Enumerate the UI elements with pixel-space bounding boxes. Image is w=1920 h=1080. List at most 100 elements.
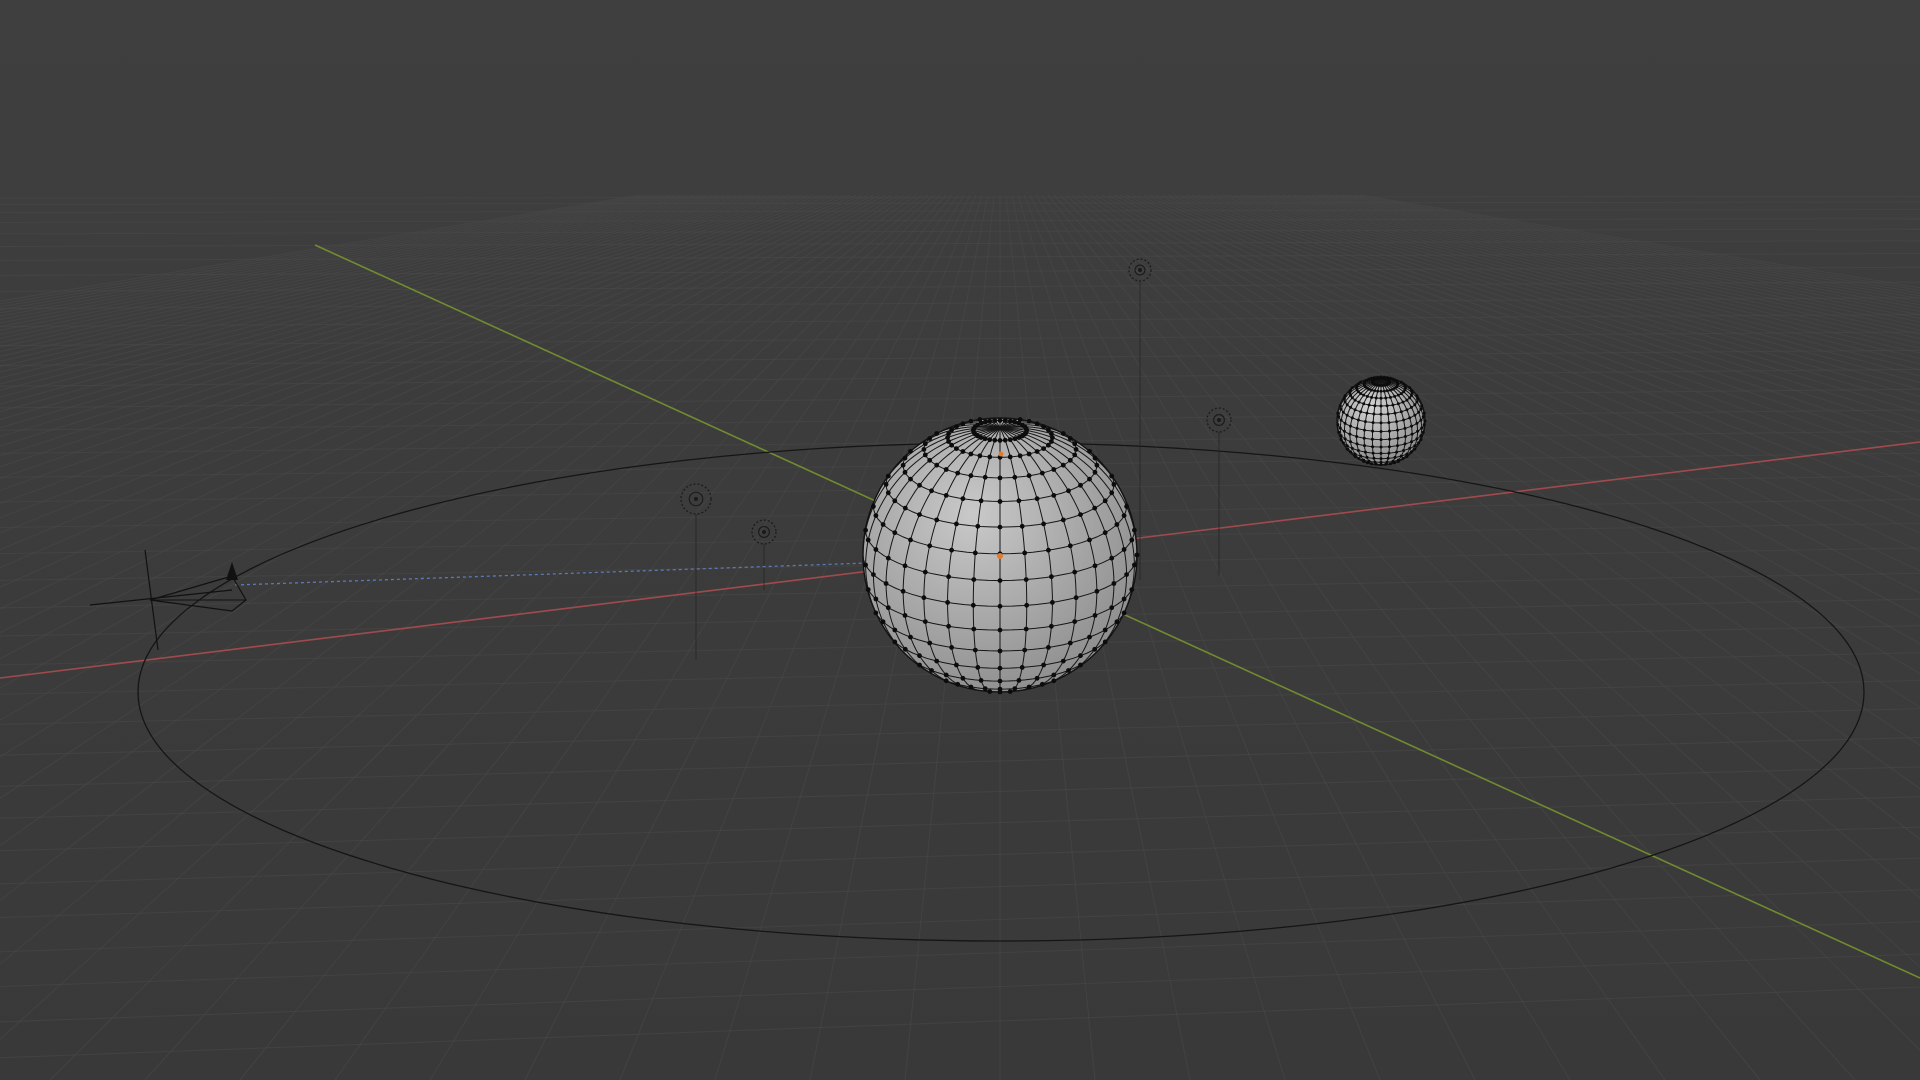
sphere-vertex [1396,458,1400,462]
sphere-vertex [1399,454,1403,458]
sphere-vertex [1337,415,1341,419]
sphere-vertex [946,439,951,444]
sphere-vertex [992,418,998,423]
sphere-vertex [1343,394,1347,398]
sphere-vertex [1356,449,1360,452]
sphere-vertex [978,435,984,440]
sphere-vertex [946,574,951,580]
sphere-vertex [943,678,949,684]
sphere-vertex [1087,476,1092,482]
small-uv-sphere[interactable] [1336,375,1427,467]
sphere-vertex [1092,563,1098,569]
sphere-vertex [1419,434,1423,438]
sphere-vertex [922,619,928,624]
sphere-vertex [1092,469,1098,475]
sphere-vertex [1415,400,1419,404]
sphere-vertex [997,627,1003,633]
sphere-vertex [934,658,940,664]
sphere-vertex [978,498,984,504]
grid-line [1287,194,1920,327]
sphere-vertex [1060,658,1066,664]
sphere-vertex [1399,380,1403,384]
sphere-vertex [1109,490,1115,496]
sphere-vertex [987,689,993,694]
grid-line [0,857,1920,919]
sphere-vertex [929,488,934,494]
sphere-vertex [1387,445,1391,449]
large-uv-sphere[interactable] [862,417,1140,695]
grid-line [0,194,713,344]
sphere-vertex [949,547,954,553]
sphere-vertex [1393,411,1397,415]
sphere-vertex [902,613,908,618]
camera-up-triangle [226,562,238,580]
scene-canvas[interactable] [0,0,1920,1080]
sphere-vertex [929,668,934,673]
sphere-vertex [997,578,1003,583]
sphere-vertex [1102,639,1108,645]
sphere-vertex [1046,645,1051,650]
sphere-vertex [892,498,898,504]
sphere-vertex [1396,393,1400,397]
sphere-vertex [1078,653,1083,659]
sphere-vertex [902,646,908,652]
sphere-vertex [922,452,928,458]
sphere-vertex [975,665,981,670]
sphere-vertex [885,473,891,479]
sphere-vertex [1379,421,1383,425]
sphere-vertex [1341,441,1345,445]
camera[interactable] [89,549,869,651]
sphere-vertex [1385,460,1389,464]
sphere-vertex [1353,408,1357,412]
sphere-vertex [1379,389,1383,393]
sphere-vertex [1388,462,1392,466]
sphere-vertex [1129,587,1135,592]
sphere-vertex [1396,428,1399,432]
sphere-vertex [1359,392,1363,396]
sphere-vertex [1034,449,1040,454]
sphere-vertex [1363,420,1367,424]
sphere-vertex [1343,400,1347,404]
sphere-vertex [1066,488,1071,494]
sphere-vertex [1339,418,1343,422]
sphere-vertex [1041,424,1046,430]
sphere-vertex [1357,457,1361,460]
sphere-vertex [960,421,966,427]
sphere-vertex [1339,438,1343,442]
sphere-vertex [1413,413,1417,417]
sphere-vertex [1350,396,1354,400]
sphere-vertex [873,596,879,602]
sphere-vertex [1016,678,1022,683]
sphere-vertex [1072,569,1078,575]
sphere-vertex [1359,410,1363,414]
sphere-vertex [900,462,906,468]
sphere-vertex [1350,416,1354,420]
grid-line [239,194,953,1080]
sphere-vertex [1087,537,1092,543]
sphere-vertex [1367,403,1371,407]
sphere-vertex [997,418,1003,423]
sphere-vertex [1342,397,1346,401]
sphere-vertex [1092,613,1098,618]
sphere-vertex [1343,437,1347,441]
sphere-vertex [917,512,922,517]
sphere-vertex [883,581,889,586]
sphere-vertex [1379,396,1383,400]
sphere-vertex [1419,418,1423,422]
sphere-vertex [1391,459,1395,463]
sphere-vertex [865,537,871,543]
3d-viewport[interactable] [0,0,1920,1080]
sphere-vertex [977,453,983,459]
sphere-vertex [1423,419,1427,423]
sphere-vertex [1379,460,1383,464]
sphere-vertex [892,639,898,645]
sphere-vertex [1371,451,1375,455]
sphere-vertex [1393,394,1397,398]
sphere-vertex [1024,602,1030,608]
grid-line [0,209,1920,214]
sphere-vertex [997,438,1003,443]
light-4-icon [751,519,777,590]
sphere-vertex [873,610,879,616]
sphere-vertex [1410,388,1413,392]
light-3-icon [680,483,712,660]
